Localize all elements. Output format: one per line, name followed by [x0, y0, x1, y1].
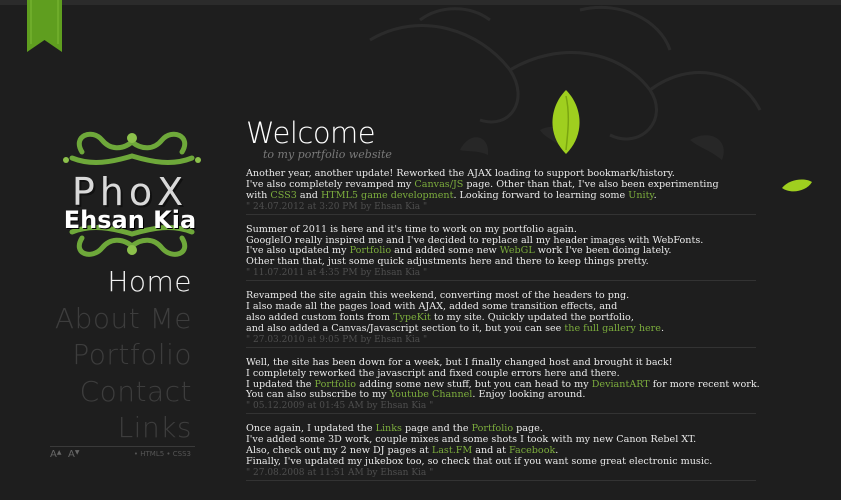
post-text: Well, the site has been down for a week,… [246, 356, 673, 368]
nav-links[interactable]: Links [55, 410, 192, 447]
post-text: I updated the [246, 378, 315, 390]
post-text: Summer of 2011 is here and it's time to … [246, 223, 577, 235]
post-text: Finally, I've updated my jukebox too, so… [246, 455, 713, 467]
nav-footer: A▲ A▼ • HTML5 • CSS3 [50, 446, 195, 461]
post-meta: " 24.07.2012 at 3:20 PM by Ehsan Kia " [246, 202, 756, 215]
post-link[interactable]: TypeKit [393, 312, 431, 323]
post-text: page and the [401, 423, 472, 435]
page-subtitle: to my portfolio website [263, 148, 392, 161]
post-text: to my site. Quickly updated the portfoli… [430, 311, 634, 323]
news-post: Once again, I updated the Links page and… [246, 423, 756, 481]
post-text: You can also subscribe to my [246, 389, 390, 401]
post-link[interactable]: Portfolio [315, 379, 357, 390]
post-line: with CSS3 and HTML5 game development. Lo… [246, 189, 756, 202]
post-text: . [555, 445, 559, 457]
post-meta: " 27.03.2010 at 9:05 PM by Ehsan Kia " [246, 335, 756, 348]
post-link[interactable]: Links [376, 423, 402, 434]
post-meta: " 05.12.2009 at 01:45 AM by Ehsan Kia " [246, 401, 756, 415]
post-text: and added some new [391, 245, 500, 257]
post-link[interactable]: WebGL [500, 245, 535, 256]
post-link[interactable]: CSS3 [270, 190, 296, 201]
nav-portfolio[interactable]: Portfolio [55, 337, 192, 374]
post-text: I've also updated my [246, 245, 350, 257]
post-text: Another year, another update! Reworked t… [246, 168, 675, 179]
post-text: also added custom fonts from [246, 311, 394, 323]
news-post: Revamped the site again this weekend, co… [246, 290, 756, 348]
post-text: . [660, 322, 665, 334]
standards-badges: • HTML5 • CSS3 [133, 450, 191, 458]
post-text: I also made all the pages load with AJAX… [246, 301, 618, 313]
logo-name: Ehsan Kia [63, 206, 197, 234]
post-line: Other than that, just some quick adjustm… [246, 256, 756, 268]
post-text: work I've been doing lately. [534, 245, 672, 257]
post-text: I completely reworked the javascript and… [246, 367, 620, 379]
post-link[interactable]: the full gallery here [564, 323, 661, 334]
post-link[interactable]: Last.FM [432, 445, 472, 456]
post-text: Also, check out my 2 new DJ pages at [246, 445, 432, 457]
post-link[interactable]: Portfolio [472, 423, 514, 434]
post-text: GoogleIO really inspired me and I've dec… [246, 234, 704, 246]
up-arrow-icon: ▲ [56, 449, 62, 456]
post-line: You can also subscribe to my Youtube Cha… [246, 389, 756, 401]
post-link[interactable]: Facebook [509, 445, 555, 456]
page-title: Welcome [246, 116, 376, 150]
main-nav: Home About Me Portfolio Contact Links [55, 264, 192, 447]
post-link[interactable]: DeviantART [592, 379, 650, 390]
leaf-icon [552, 90, 580, 154]
post-meta: " 11.07.2011 at 4:35 PM by Ehsan Kia " [246, 268, 756, 282]
nav-contact[interactable]: Contact [55, 374, 192, 411]
bookmark-ribbon-icon [27, 0, 62, 52]
post-text: . Looking forward to learning some [453, 189, 629, 201]
font-increase-button[interactable]: A▲ [50, 449, 61, 460]
post-text: adding some new stuff, but you can head … [356, 378, 592, 390]
post-text: with [246, 189, 271, 201]
news-post: Another year, another update! Reworked t… [246, 168, 756, 215]
post-text: Once again, I updated the [246, 423, 376, 435]
post-link[interactable]: Youtube Channel [390, 389, 473, 400]
down-arrow-icon: ▼ [74, 449, 80, 456]
post-meta: " 27.08.2008 at 11:51 AM by Ehsan Kia " [246, 468, 756, 481]
post-text: page. [513, 423, 543, 435]
post-line: Finally, I've updated my jukebox too, so… [246, 455, 756, 468]
post-text: I've also completely revamped my [246, 178, 415, 190]
post-text: . [653, 189, 657, 201]
small-leaf-icon [782, 179, 812, 192]
post-line: and also added a Canvas/Javascript secti… [246, 322, 756, 335]
post-link[interactable]: Portfolio [350, 245, 392, 256]
post-text: page. Other than that, I've also been ex… [463, 178, 719, 190]
post-link[interactable]: HTML5 game development [321, 190, 454, 201]
post-link[interactable]: Canvas/JS [414, 179, 463, 190]
news-posts: Another year, another update! Reworked t… [246, 168, 760, 491]
post-text: Other than that, just some quick adjustm… [246, 256, 649, 268]
post-text: for more recent work. [649, 378, 760, 390]
post-text: . Enjoy looking around. [472, 389, 586, 401]
post-text: I've added some 3D work, couple mixes an… [246, 434, 697, 446]
post-text: and also added a Canvas/Javascript secti… [246, 322, 565, 334]
font-decrease-button[interactable]: A▼ [68, 449, 79, 460]
post-link[interactable]: Unity [628, 190, 653, 201]
news-post: Summer of 2011 is here and it's time to … [246, 223, 756, 282]
nav-home[interactable]: Home [55, 264, 192, 301]
post-text: and at [472, 445, 509, 457]
post-text: Revamped the site again this weekend, co… [246, 290, 630, 302]
nav-about-me[interactable]: About Me [55, 301, 192, 338]
news-post: Well, the site has been down for a week,… [246, 356, 760, 415]
post-text: and [296, 189, 321, 201]
